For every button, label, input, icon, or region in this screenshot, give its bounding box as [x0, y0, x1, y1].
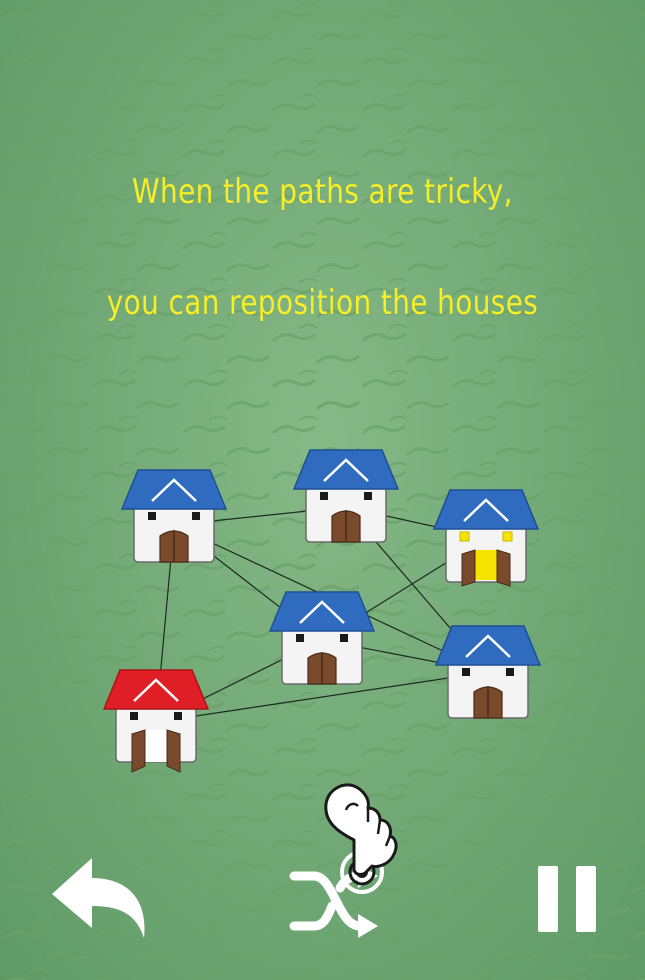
house-center[interactable]: [268, 591, 376, 685]
puzzle-board: [102, 449, 542, 773]
pause-icon: [538, 866, 596, 932]
house-top-right[interactable]: [432, 489, 540, 587]
house-top-center[interactable]: [292, 449, 400, 543]
house-right[interactable]: [434, 625, 542, 719]
undo-arrow-icon: [52, 858, 145, 938]
pause-button[interactable]: [536, 864, 600, 936]
shuffle-icon: [289, 871, 371, 931]
shuffle-button[interactable]: [288, 860, 384, 944]
undo-button[interactable]: [44, 852, 154, 944]
house-bottom-left[interactable]: [102, 669, 210, 773]
house-top-left[interactable]: [120, 469, 228, 563]
